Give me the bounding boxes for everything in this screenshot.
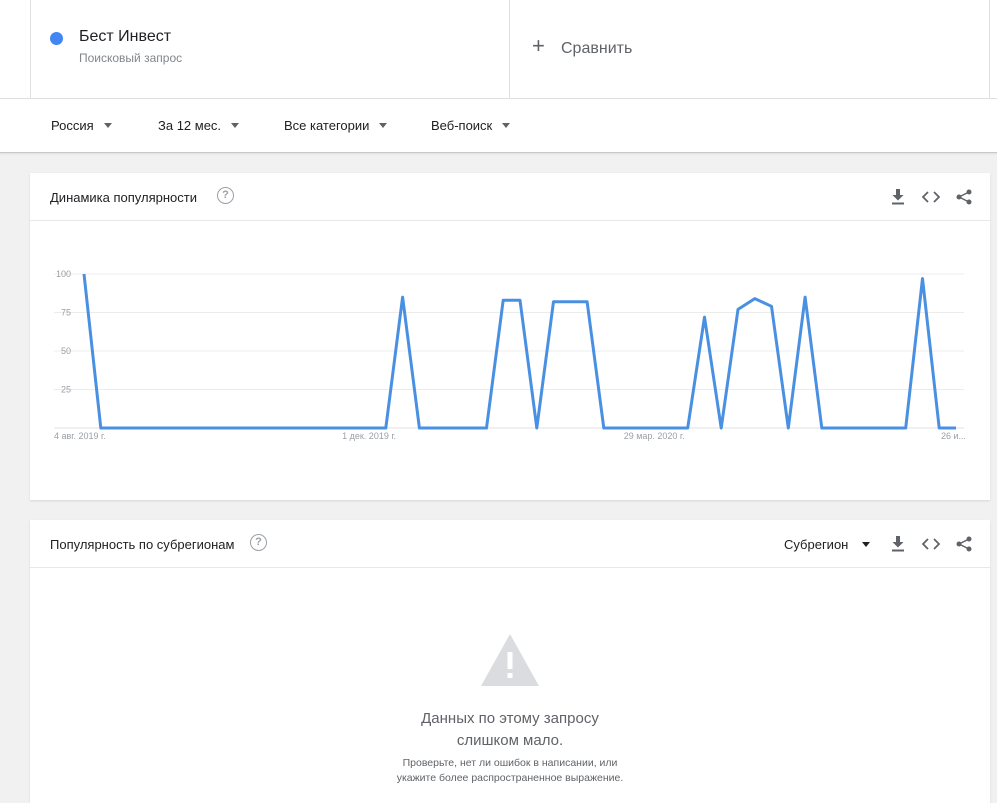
empty-title-line-1: Данных по этому запросу (421, 710, 599, 727)
card-header: Динамика популярности ? (30, 173, 990, 221)
filter-bar: Россия За 12 мес. Все категории Веб-поис… (0, 99, 997, 153)
y-tick-label: 100 (56, 269, 71, 279)
filter-region[interactable]: Россия (51, 118, 112, 133)
warning-icon (479, 632, 541, 688)
download-icon[interactable] (887, 186, 909, 208)
compare-button[interactable]: + Сравнить (510, 0, 990, 99)
empty-hint-line-1: Проверьте, нет ли ошибок в написании, ил… (402, 757, 618, 769)
embed-code-icon[interactable] (920, 186, 942, 208)
y-tick-label: 75 (61, 308, 71, 318)
x-tick-label: 4 авг. 2019 г. (54, 431, 106, 441)
y-tick-label: 25 (61, 385, 71, 395)
trend-line-chart: 25 50 75 100 4 авг. 2019 г. 1 дек. 2019 г. 29… (54, 269, 966, 441)
term-color-dot (50, 32, 63, 45)
search-term-card[interactable]: Бест Инвест Поисковый запрос (30, 0, 510, 99)
caret-down-icon (502, 123, 511, 128)
embed-code-icon[interactable] (920, 533, 942, 555)
card-header: Популярность по субрегионам ? Субрегион (30, 520, 990, 568)
filter-category[interactable]: Все категории (284, 118, 388, 133)
caret-down-icon (379, 123, 388, 128)
filter-category-label: Все категории (284, 118, 370, 133)
filter-search-type[interactable]: Веб-поиск (431, 118, 511, 133)
empty-title-line-2: слишком мало. (456, 732, 564, 749)
subregion-select[interactable]: Субрегион (784, 537, 871, 552)
interest-over-time-card: Динамика популярности ? 25 50 75 100 4 авг.… (30, 173, 990, 500)
compare-label: Сравнить (561, 40, 633, 57)
empty-state-hint: Проверьте, нет ли ошибок в написании, ил… (30, 756, 990, 786)
x-tick-label: 1 дек. 2019 г. (342, 431, 396, 441)
download-icon[interactable] (887, 533, 909, 555)
card-title: Динамика популярности (50, 190, 197, 205)
y-tick-label: 50 (61, 346, 71, 356)
caret-down-icon (103, 123, 112, 128)
filter-region-label: Россия (51, 118, 94, 133)
filter-search-type-label: Веб-поиск (431, 118, 493, 133)
caret-down-icon (862, 542, 871, 547)
card-title: Популярность по субрегионам (50, 537, 235, 552)
term-name: Бест Инвест (79, 28, 172, 45)
term-type: Поисковый запрос (79, 51, 183, 65)
filter-time-range[interactable]: За 12 мес. (158, 118, 240, 133)
term-row: Бест Инвест Поисковый запрос + Сравнить (0, 0, 997, 99)
help-circle-icon[interactable]: ? (250, 534, 267, 551)
x-tick-label: 29 мар. 2020 г. (624, 431, 685, 441)
empty-state-title: Данных по этому запросу слишком мало. (30, 708, 990, 752)
subregion-card: Популярность по субрегионам ? Субрегион … (30, 520, 990, 803)
caret-down-icon (231, 123, 240, 128)
help-circle-icon[interactable]: ? (217, 187, 234, 204)
x-tick-label: 26 и... (941, 431, 966, 441)
share-icon[interactable] (953, 533, 975, 555)
share-icon[interactable] (953, 186, 975, 208)
filter-time-label: За 12 мес. (158, 118, 222, 133)
plus-icon: + (532, 33, 545, 58)
empty-hint-line-2: укажите более распространенное выражение… (396, 772, 624, 784)
subregion-select-label: Субрегион (784, 537, 849, 552)
